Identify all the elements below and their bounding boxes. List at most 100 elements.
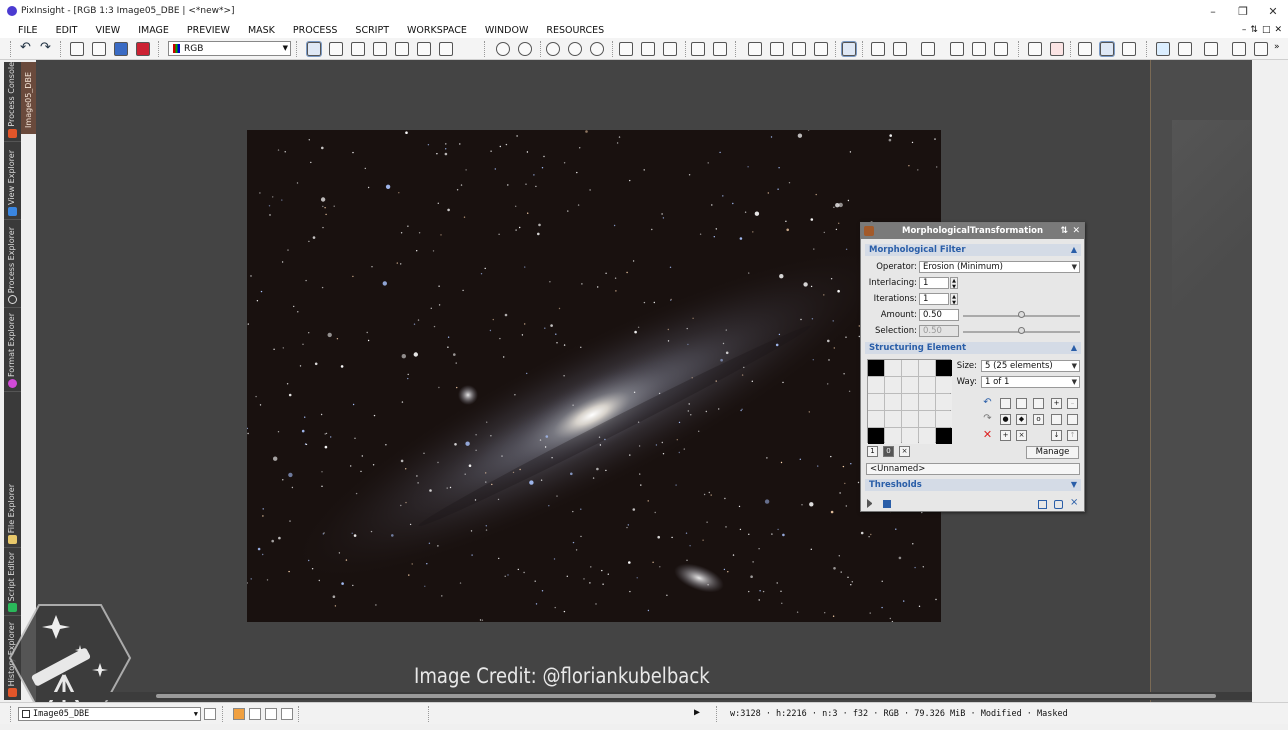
stf-icon-4[interactable]	[921, 42, 935, 56]
structure-cell[interactable]	[902, 394, 918, 410]
close-button[interactable]: ✕	[1258, 0, 1288, 22]
zoom-fit-icon[interactable]	[568, 42, 582, 56]
manage-button[interactable]: Manage	[1026, 446, 1079, 459]
zoom-1-1-icon[interactable]	[546, 42, 560, 56]
invert-icon[interactable]	[1000, 398, 1011, 409]
structure-cell[interactable]	[936, 411, 952, 427]
menu-resources[interactable]: RESOURCES	[546, 25, 604, 36]
stf-icon-3[interactable]	[893, 42, 907, 56]
stf-icon[interactable]	[841, 41, 857, 57]
new-image-icon[interactable]	[70, 42, 84, 56]
tool-icon-2[interactable]	[1033, 398, 1044, 409]
structure-cell[interactable]	[919, 411, 935, 427]
operator-select[interactable]: Erosion (Minimum) ▼	[919, 261, 1080, 273]
tab-process-explorer[interactable]: Process Explorer	[4, 222, 21, 308]
toolbar-overflow-icon[interactable]: »	[1274, 42, 1288, 56]
view-select[interactable]: Image05_DBE ▼	[18, 707, 201, 721]
mask-icon-4[interactable]	[814, 42, 828, 56]
structure-cell[interactable]	[885, 360, 901, 376]
structure-cell[interactable]	[936, 428, 952, 444]
amount-slider-handle[interactable]	[1017, 311, 1025, 318]
channel-icon-rgb[interactable]	[233, 708, 245, 720]
close-icon[interactable]: ✕	[1072, 223, 1080, 239]
panel-title-bar[interactable]: MorphologicalTransformation ⇅ ✕	[861, 223, 1084, 239]
menu-process[interactable]: PROCESS	[293, 25, 338, 36]
fit-view-icon[interactable]	[351, 42, 365, 56]
undo-icon[interactable]: ↶	[982, 398, 993, 409]
set-zero-icon[interactable]: 0	[883, 446, 894, 457]
structure-cell[interactable]	[902, 360, 918, 376]
remove-icon[interactable]: –	[1067, 398, 1078, 409]
structure-cell[interactable]	[902, 428, 918, 444]
scrollbar-thumb[interactable]	[156, 694, 1216, 698]
plus-shape-icon[interactable]: +	[1000, 430, 1011, 441]
mdi-maximize-icon[interactable]: □	[1262, 25, 1271, 35]
maximize-button[interactable]: ❐	[1228, 0, 1258, 22]
amount-input[interactable]: 0.50	[919, 309, 959, 321]
set-one-icon[interactable]: 1	[867, 446, 878, 457]
monitor-icon-5[interactable]	[1254, 42, 1268, 56]
add-icon[interactable]: +	[1051, 398, 1062, 409]
mdi-restore-icon[interactable]: ⇅	[1250, 25, 1258, 35]
apply-icon[interactable]	[883, 500, 891, 508]
fit-view-full-icon[interactable]	[641, 42, 655, 56]
tab-file-explorer[interactable]: File Explorer	[4, 476, 21, 548]
menu-file[interactable]: FILE	[18, 25, 38, 36]
channel-icon-b[interactable]	[281, 708, 293, 720]
section-structuring-element[interactable]: Structuring Element ▲	[865, 342, 1081, 354]
edit-preview-icon[interactable]	[439, 42, 453, 56]
menu-mask[interactable]: MASK	[248, 25, 275, 36]
process-icon[interactable]	[1099, 41, 1115, 57]
channel-icon-r[interactable]	[249, 708, 261, 720]
download-icon[interactable]: ↓	[1051, 430, 1062, 441]
structure-cell[interactable]	[919, 394, 935, 410]
image-window-tab[interactable]: Image05_DBE	[21, 62, 36, 134]
structure-cell[interactable]	[902, 377, 918, 393]
toggle-icon[interactable]: ×	[899, 446, 910, 457]
save-icon[interactable]	[114, 42, 128, 56]
structure-name-field[interactable]: <Unnamed>	[866, 463, 1080, 475]
structure-cell[interactable]	[868, 360, 884, 376]
tab-view-explorer[interactable]: View Explorer	[4, 144, 21, 220]
interlacing-input[interactable]: 1	[919, 277, 949, 289]
pointer-icon[interactable]	[461, 42, 475, 56]
new-instance-icon[interactable]	[867, 499, 876, 508]
monitor-icon[interactable]	[1156, 42, 1170, 56]
structure-cell[interactable]	[936, 394, 952, 410]
menu-edit[interactable]: EDIT	[56, 25, 78, 36]
monitor-icon-4[interactable]	[1232, 42, 1246, 56]
redo-icon[interactable]: ↷	[40, 41, 54, 56]
stf-icon-6[interactable]	[972, 42, 986, 56]
structure-cell[interactable]	[885, 394, 901, 410]
open-icon[interactable]	[92, 42, 106, 56]
display-icon-1[interactable]	[691, 42, 705, 56]
structuring-element-grid[interactable]	[867, 359, 952, 444]
reset-icon[interactable]: ⨯	[1070, 497, 1078, 508]
horizontal-scrollbar[interactable]	[36, 692, 1252, 700]
iterations-stepper[interactable]: ▲ ▼	[950, 293, 958, 306]
play-icon[interactable]: ▶	[694, 707, 700, 718]
menu-workspace[interactable]: WORKSPACE	[407, 25, 467, 36]
preview-icon[interactable]	[1038, 500, 1047, 509]
explorer-icon[interactable]	[1028, 42, 1042, 56]
zoom-actual-icon[interactable]	[590, 42, 604, 56]
interlacing-stepper[interactable]: ▲ ▼	[950, 277, 958, 290]
normal-view-icon[interactable]	[663, 42, 677, 56]
undo-icon[interactable]: ↶	[20, 41, 34, 56]
zoom-out-icon[interactable]	[518, 42, 532, 56]
structure-cell[interactable]	[868, 377, 884, 393]
menu-window[interactable]: WINDOW	[485, 25, 529, 36]
channel-icon-g[interactable]	[265, 708, 277, 720]
circle-icon[interactable]: ●	[1000, 414, 1011, 425]
browse-doc-icon[interactable]	[1054, 500, 1063, 509]
mask-icon-2[interactable]	[770, 42, 784, 56]
structure-cell[interactable]	[885, 428, 901, 444]
readout-mode-icon[interactable]	[306, 41, 322, 57]
tool-icon-1[interactable]	[1016, 398, 1027, 409]
way-select[interactable]: 1 of 1 ▼	[981, 376, 1080, 388]
cross-shape-icon[interactable]: ×	[1016, 430, 1027, 441]
mdi-close-icon[interactable]: ✕	[1274, 25, 1282, 35]
structure-cell[interactable]	[868, 411, 884, 427]
zoom-in-icon[interactable]	[496, 42, 510, 56]
section-morphological-filter[interactable]: Morphological Filter ▲	[865, 244, 1081, 256]
